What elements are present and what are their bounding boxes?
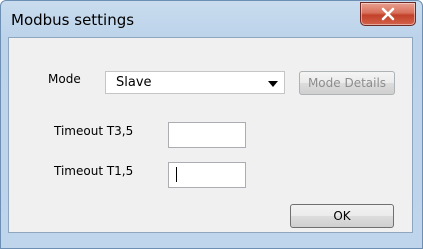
modbus-settings-window: Modbus settings Mode Slave Mode Details …	[0, 0, 423, 249]
mode-label: Mode	[48, 72, 81, 86]
ok-button[interactable]: OK	[290, 204, 394, 228]
mode-dropdown-value: Slave	[116, 75, 152, 90]
title-bar[interactable]: Modbus settings	[1, 1, 422, 37]
mode-dropdown[interactable]: Slave	[105, 71, 285, 94]
dialog-body: Mode Slave Mode Details Timeout T3,5 Tim…	[8, 37, 413, 233]
timeout-t35-field[interactable]	[168, 122, 246, 148]
close-button[interactable]	[360, 2, 416, 26]
text-caret	[176, 167, 177, 182]
timeout-t35-label: Timeout T3,5	[54, 124, 134, 138]
chevron-down-icon[interactable]	[268, 81, 278, 87]
timeout-t15-label: Timeout T1,5	[54, 164, 134, 178]
window-title: Modbus settings	[11, 11, 135, 29]
timeout-t15-field[interactable]	[168, 162, 246, 188]
mode-details-button[interactable]: Mode Details	[299, 71, 395, 95]
close-icon	[381, 7, 395, 21]
